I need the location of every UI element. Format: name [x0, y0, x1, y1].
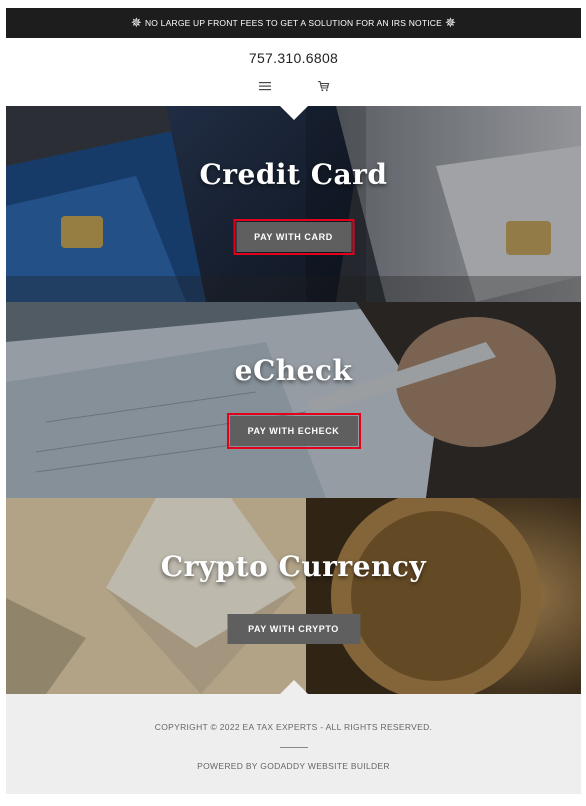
footer-pointer — [279, 680, 308, 694]
crypto-currency-title: Crypto Currency — [160, 550, 427, 583]
section-pointer — [279, 106, 308, 120]
cart-icon[interactable] — [316, 80, 330, 92]
announcement-text: NO LARGE UP FRONT FEES TO GET A SOLUTION… — [144, 18, 443, 28]
credit-card-background-image — [6, 106, 581, 302]
page-frame: ✵ NO LARGE UP FRONT FEES TO GET A SOLUTI… — [6, 8, 581, 798]
footer-divider — [279, 747, 308, 748]
pay-with-crypto-button[interactable]: PAY WITH CRYPTO — [227, 614, 360, 644]
crypto-section: Crypto Currency PAY WITH CRYPTO — [6, 498, 581, 694]
hamburger-menu-icon[interactable] — [258, 80, 272, 92]
announcement-bar: ✵ NO LARGE UP FRONT FEES TO GET A SOLUTI… — [6, 8, 581, 38]
compass-star-icon: ✵ — [445, 15, 457, 30]
phone-number[interactable]: 757.310.6808 — [6, 50, 581, 66]
credit-card-title: Credit Card — [199, 158, 388, 191]
site-header: 757.310.6808 — [6, 38, 581, 106]
copyright-text: COPYRIGHT © 2022 EA TAX EXPERTS - ALL RI… — [154, 722, 433, 732]
header-icons — [6, 80, 581, 92]
credit-card-section: Credit Card PAY WITH CARD — [6, 106, 581, 302]
site-footer: COPYRIGHT © 2022 EA TAX EXPERTS - ALL RI… — [6, 694, 581, 794]
powered-by-link[interactable]: POWERED BY GODADDY WEBSITE BUILDER — [6, 761, 581, 771]
pay-with-card-button[interactable]: PAY WITH CARD — [233, 219, 354, 255]
compass-star-icon: ✵ — [130, 15, 142, 30]
echeck-background-image — [6, 302, 581, 498]
echeck-title: eCheck — [234, 354, 353, 387]
echeck-section: eCheck PAY WITH ECHECK — [6, 302, 581, 498]
pay-with-echeck-button[interactable]: PAY WITH ECHECK — [226, 413, 361, 449]
crypto-background-image — [6, 498, 581, 694]
